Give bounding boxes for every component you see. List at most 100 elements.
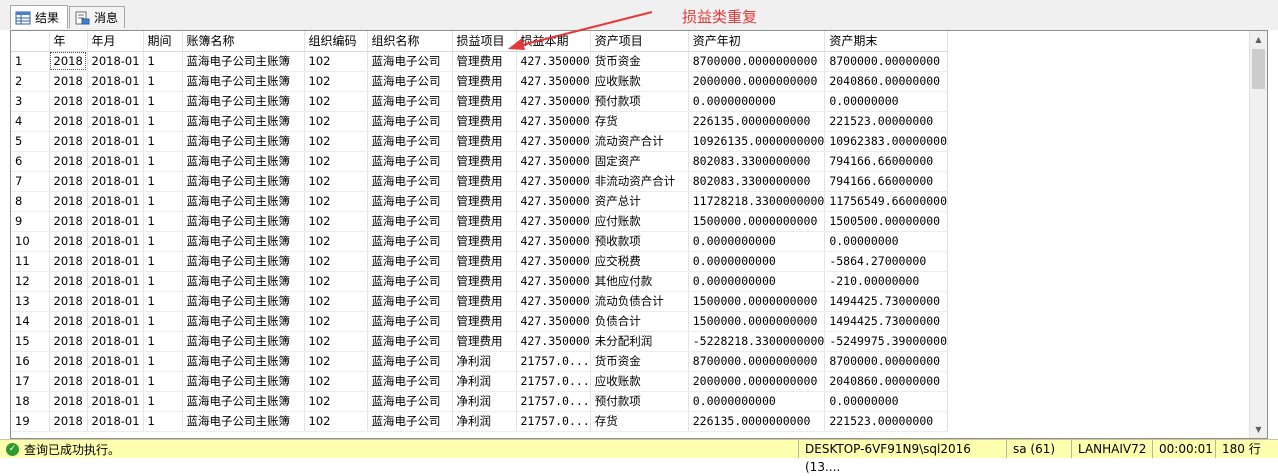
- column-header[interactable]: 组织编码: [304, 31, 368, 52]
- table-cell[interactable]: 蓝海电子公司: [367, 91, 453, 112]
- table-cell[interactable]: 2018-01: [87, 411, 144, 432]
- table-cell[interactable]: 102: [304, 191, 368, 212]
- table-cell[interactable]: 427.350000: [516, 211, 591, 232]
- table-cell[interactable]: 1500000.0000000000: [688, 311, 826, 332]
- table-cell[interactable]: 102: [304, 251, 368, 272]
- table-cell[interactable]: 1: [143, 131, 183, 152]
- table-cell[interactable]: 管理费用: [452, 211, 517, 232]
- table-cell[interactable]: 蓝海电子公司主账簿: [182, 271, 305, 292]
- table-cell[interactable]: 2018: [49, 231, 88, 252]
- table-cell[interactable]: 管理费用: [452, 171, 517, 192]
- table-cell[interactable]: 2018-01: [87, 371, 144, 392]
- table-cell[interactable]: 货币资金: [590, 51, 689, 72]
- table-cell[interactable]: 2040860.00000000: [824, 71, 949, 92]
- table-cell[interactable]: 蓝海电子公司: [367, 271, 453, 292]
- table-cell[interactable]: 102: [304, 151, 368, 172]
- scroll-up-icon[interactable]: ▲: [1250, 31, 1267, 48]
- row-number[interactable]: 1: [11, 51, 50, 72]
- table-cell[interactable]: 0.00000000: [824, 231, 949, 252]
- table-cell[interactable]: 102: [304, 111, 368, 132]
- table-cell[interactable]: 蓝海电子公司主账簿: [182, 171, 305, 192]
- table-cell[interactable]: 427.350000: [516, 251, 591, 272]
- table-cell[interactable]: 1: [143, 351, 183, 372]
- table-cell[interactable]: 21757.0...: [516, 351, 591, 372]
- row-number[interactable]: 13: [11, 291, 50, 312]
- table-cell[interactable]: 427.350000: [516, 191, 591, 212]
- table-cell[interactable]: 2018-01: [87, 171, 144, 192]
- table-cell[interactable]: 102: [304, 71, 368, 92]
- table-cell[interactable]: 2018: [49, 211, 88, 232]
- table-cell[interactable]: 21757.0...: [516, 391, 591, 412]
- table-cell[interactable]: 货币资金: [590, 351, 689, 372]
- table-cell[interactable]: 管理费用: [452, 111, 517, 132]
- table-cell[interactable]: 1500500.00000000: [824, 211, 949, 232]
- table-cell[interactable]: 11728218.3300000000: [688, 191, 826, 212]
- table-cell[interactable]: 0.00000000: [824, 91, 949, 112]
- table-cell[interactable]: 102: [304, 91, 368, 112]
- column-header[interactable]: 资产年初: [688, 31, 826, 52]
- table-cell[interactable]: 蓝海电子公司主账簿: [182, 111, 305, 132]
- table-cell[interactable]: 蓝海电子公司主账簿: [182, 191, 305, 212]
- table-cell[interactable]: 427.350000: [516, 291, 591, 312]
- table-cell[interactable]: 蓝海电子公司: [367, 211, 453, 232]
- table-cell[interactable]: 2018: [49, 371, 88, 392]
- table-cell[interactable]: 蓝海电子公司: [367, 71, 453, 92]
- table-cell[interactable]: 2018-01: [87, 191, 144, 212]
- table-cell[interactable]: 2018: [49, 351, 88, 372]
- table-cell[interactable]: 蓝海电子公司: [367, 351, 453, 372]
- table-cell[interactable]: 管理费用: [452, 231, 517, 252]
- table-cell[interactable]: 427.350000: [516, 331, 591, 352]
- table-cell[interactable]: 流动负债合计: [590, 291, 689, 312]
- table-cell[interactable]: 2018-01: [87, 331, 144, 352]
- table-cell[interactable]: 1: [143, 171, 183, 192]
- table-cell[interactable]: 蓝海电子公司主账簿: [182, 291, 305, 312]
- table-row[interactable]: 5 2018 2018-01 1 蓝海电子公司主账簿 102 蓝海电子公司 管理费用 427.3…: [11, 131, 949, 152]
- table-cell[interactable]: 预付款项: [590, 391, 689, 412]
- table-cell[interactable]: 102: [304, 411, 368, 432]
- table-cell[interactable]: 8700000.0000000000: [688, 351, 826, 372]
- table-row[interactable]: 19 2018 2018-01 1 蓝海电子公司主账簿 102 蓝海电子公司 净利润 21757…: [11, 411, 949, 432]
- table-cell[interactable]: 蓝海电子公司主账簿: [182, 51, 305, 72]
- table-cell[interactable]: 管理费用: [452, 271, 517, 292]
- table-cell[interactable]: 1: [143, 191, 183, 212]
- table-cell[interactable]: 蓝海电子公司: [367, 331, 453, 352]
- table-cell[interactable]: 1: [143, 211, 183, 232]
- row-number[interactable]: 19: [11, 411, 50, 432]
- table-cell[interactable]: 0.0000000000: [688, 251, 826, 272]
- table-cell[interactable]: 2018-01: [87, 71, 144, 92]
- table-row[interactable]: 6 2018 2018-01 1 蓝海电子公司主账簿 102 蓝海电子公司 管理费用 427.3…: [11, 151, 949, 172]
- table-cell[interactable]: 蓝海电子公司主账簿: [182, 131, 305, 152]
- table-cell[interactable]: 2018-01: [87, 91, 144, 112]
- column-header[interactable]: 年月: [87, 31, 144, 52]
- table-cell[interactable]: 21757.0...: [516, 371, 591, 392]
- table-cell[interactable]: 1494425.73000000: [824, 291, 949, 312]
- table-cell[interactable]: 2018-01: [87, 251, 144, 272]
- table-cell[interactable]: 净利润: [452, 391, 517, 412]
- table-cell[interactable]: 21757.0...: [516, 411, 591, 432]
- table-cell[interactable]: 102: [304, 51, 368, 72]
- table-cell[interactable]: 2018: [49, 51, 88, 72]
- table-cell[interactable]: 2018-01: [87, 111, 144, 132]
- table-cell[interactable]: 1: [143, 231, 183, 252]
- row-number[interactable]: 16: [11, 351, 50, 372]
- column-header[interactable]: 损益本期: [516, 31, 591, 52]
- table-cell[interactable]: 2000000.0000000000: [688, 371, 826, 392]
- table-cell[interactable]: 1: [143, 91, 183, 112]
- table-cell[interactable]: 蓝海电子公司: [367, 231, 453, 252]
- table-cell[interactable]: 管理费用: [452, 91, 517, 112]
- row-number[interactable]: 3: [11, 91, 50, 112]
- row-number[interactable]: 7: [11, 171, 50, 192]
- table-cell[interactable]: 其他应付款: [590, 271, 689, 292]
- table-row[interactable]: 17 2018 2018-01 1 蓝海电子公司主账簿 102 蓝海电子公司 净利润 21757…: [11, 371, 949, 392]
- table-cell[interactable]: 102: [304, 171, 368, 192]
- table-cell[interactable]: 存货: [590, 111, 689, 132]
- row-number[interactable]: 5: [11, 131, 50, 152]
- table-cell[interactable]: 102: [304, 291, 368, 312]
- table-row[interactable]: 8 2018 2018-01 1 蓝海电子公司主账簿 102 蓝海电子公司 管理费用 427.3…: [11, 191, 949, 212]
- table-cell[interactable]: 2018: [49, 131, 88, 152]
- table-cell[interactable]: 应付账款: [590, 211, 689, 232]
- table-cell[interactable]: 预收款项: [590, 231, 689, 252]
- table-cell[interactable]: 蓝海电子公司主账簿: [182, 151, 305, 172]
- column-header[interactable]: 年: [49, 31, 88, 52]
- table-cell[interactable]: 1: [143, 411, 183, 432]
